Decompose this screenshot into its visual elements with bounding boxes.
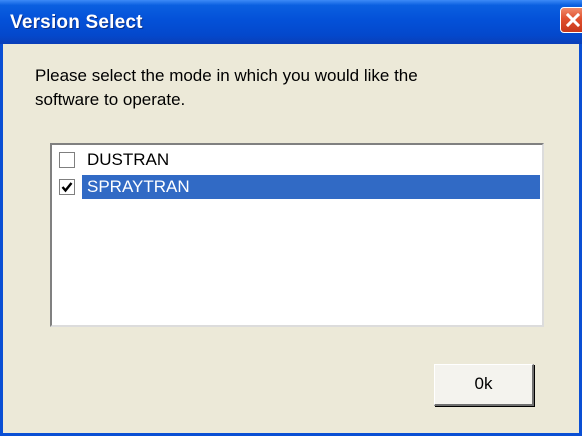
close-button[interactable] [560, 7, 582, 33]
list-item-label: SPRAYTRAN [87, 177, 190, 196]
list-item-label: DUSTRAN [87, 150, 170, 169]
dustran-checkbox[interactable] [59, 152, 75, 168]
title-bar[interactable]: Version Select [0, 0, 582, 44]
list-item-spraytran[interactable]: SPRAYTRAN [54, 175, 540, 199]
close-icon [566, 13, 580, 27]
version-select-dialog: Version Select Please select the mode in… [0, 0, 582, 436]
window-title: Version Select [10, 12, 143, 33]
mode-listbox[interactable]: DUSTRAN SPRAYTRAN [50, 143, 544, 327]
list-item-dustran[interactable]: DUSTRAN [54, 148, 540, 172]
ok-button[interactable]: 0k [434, 364, 534, 406]
instruction-line-2: software to operate. [35, 90, 186, 109]
instruction-text: Please select the mode in which you woul… [35, 64, 555, 112]
spraytran-checkbox[interactable] [59, 179, 75, 195]
checkmark-icon [61, 182, 73, 193]
instruction-line-1: Please select the mode in which you woul… [35, 66, 418, 85]
